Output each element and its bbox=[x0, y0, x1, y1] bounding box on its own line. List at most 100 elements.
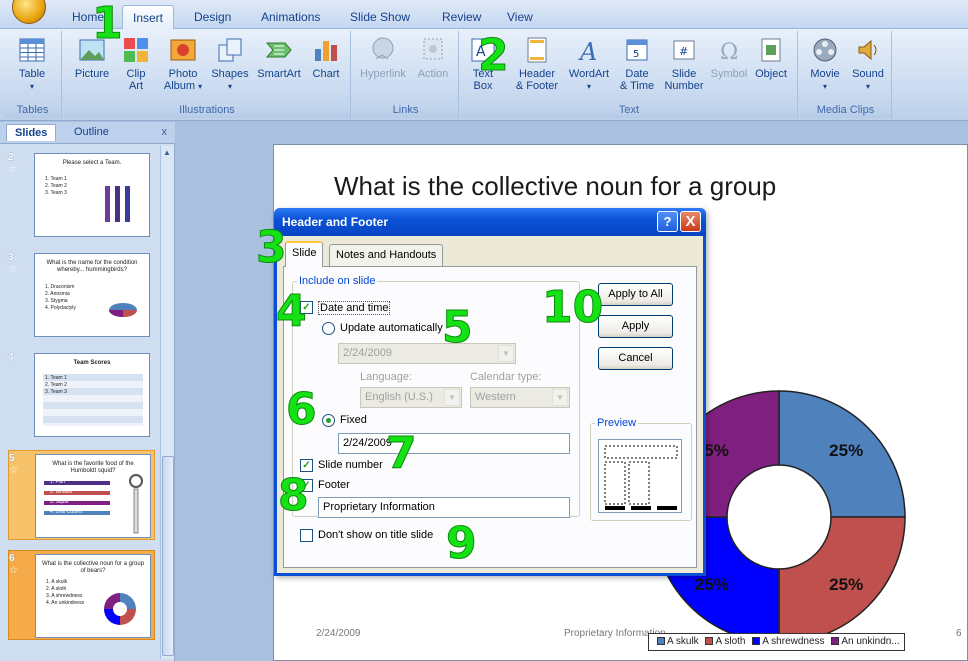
step-marker-8: 8 bbox=[278, 470, 310, 521]
symbol-button[interactable]: Ω Symbol bbox=[709, 35, 749, 80]
tab-slides[interactable]: Slides bbox=[6, 124, 57, 141]
thumbnail-image: What is the favorite food of the Humbold… bbox=[35, 454, 151, 538]
film-reel-icon bbox=[813, 38, 837, 62]
shapes-button[interactable]: Shapes ▾ bbox=[210, 35, 250, 93]
calendar-type-select[interactable]: Western ▼ bbox=[470, 387, 570, 408]
speaker-icon bbox=[858, 39, 877, 61]
slide-number: 6 bbox=[9, 553, 15, 564]
data-label: 25% bbox=[829, 441, 863, 460]
fixed-date-input[interactable]: 2/24/2009 bbox=[338, 433, 570, 454]
office-button[interactable] bbox=[12, 0, 46, 24]
data-label: 25% bbox=[695, 575, 729, 594]
action-button[interactable]: Action bbox=[413, 35, 453, 80]
fixed-radio[interactable] bbox=[322, 414, 335, 427]
tab-animations[interactable]: Animations bbox=[261, 10, 320, 24]
bar-chart-icon bbox=[105, 186, 130, 222]
movie-button[interactable]: Movie ▾ bbox=[806, 35, 844, 93]
slide-thumbnail[interactable]: 5 ☆ What is the favorite food of the Hum… bbox=[8, 450, 155, 540]
legend-swatch bbox=[752, 637, 761, 645]
dialog-title[interactable]: Header and Footer bbox=[274, 208, 706, 236]
group-label-illustrations: Illustrations bbox=[64, 103, 350, 118]
tab-insert[interactable]: Insert bbox=[122, 5, 175, 30]
step-marker-1: 1 bbox=[92, 0, 124, 49]
slide-footer-number: 6 bbox=[956, 628, 962, 639]
auto-date-select[interactable]: 2/24/2009 ▼ bbox=[338, 343, 516, 364]
slide-thumbnail-current[interactable]: 6 ☆ What is the collective noun for a gr… bbox=[8, 550, 155, 640]
pie-chart-icon bbox=[109, 303, 137, 317]
hyperlink-button[interactable]: Hyperlink bbox=[357, 35, 409, 80]
footer-text-input[interactable]: Proprietary Information bbox=[318, 497, 570, 518]
tab-slide-show[interactable]: Slide Show bbox=[350, 10, 410, 24]
close-button[interactable]: X bbox=[680, 211, 701, 232]
slides-pane: Slides Outline x 2 ☆ Please select a Tea… bbox=[0, 122, 175, 661]
step-marker-9: 9 bbox=[446, 518, 478, 569]
thumbnail-scrollbar[interactable]: ▲ bbox=[160, 146, 174, 659]
wordart-button[interactable]: A WordArt ▾ bbox=[565, 35, 613, 93]
photo-album-icon bbox=[170, 39, 196, 61]
slide-number-button[interactable]: # Slide Number bbox=[661, 35, 707, 92]
step-marker-3: 3 bbox=[256, 222, 288, 273]
slide-thumbnail[interactable]: 4 Team Scores 1. Team 1 2. Team 2 3. Tea… bbox=[8, 350, 155, 440]
tab-outline[interactable]: Outline bbox=[74, 126, 109, 138]
footer-label: Footer bbox=[318, 479, 350, 491]
legend-item: A shrewdness bbox=[762, 636, 825, 647]
apply-to-all-button[interactable]: Apply to All bbox=[598, 283, 673, 306]
step-marker-5: 5 bbox=[442, 302, 474, 353]
thumbnail-image: What is the name for the condition where… bbox=[34, 253, 150, 337]
date-time-button[interactable]: 5 Date & Time bbox=[617, 35, 657, 92]
animation-star-icon: ☆ bbox=[8, 264, 17, 275]
table-button[interactable]: Table ▾ bbox=[10, 35, 54, 93]
chart-button[interactable]: Chart bbox=[308, 35, 344, 80]
slide-number: 2 bbox=[8, 152, 14, 163]
svg-text:5: 5 bbox=[633, 49, 639, 60]
close-icon[interactable]: x bbox=[162, 126, 168, 138]
tab-review[interactable]: Review bbox=[442, 10, 481, 24]
step-marker-10: 10 bbox=[541, 282, 604, 333]
object-button[interactable]: Object bbox=[751, 35, 791, 80]
slide-footer-date: 2/24/2009 bbox=[316, 628, 361, 639]
cancel-button[interactable]: Cancel bbox=[598, 347, 673, 370]
donut-chart-icon bbox=[104, 593, 136, 625]
chevron-down-icon: ▼ bbox=[498, 345, 514, 362]
legend-item: A sloth bbox=[715, 636, 746, 647]
legend-item: A skulk bbox=[667, 636, 699, 647]
tab-notes-and-handouts[interactable]: Notes and Handouts bbox=[329, 244, 444, 266]
group-links: Hyperlink Action Links bbox=[353, 31, 459, 119]
tab-design[interactable]: Design bbox=[194, 10, 231, 24]
clip-art-icon bbox=[124, 38, 148, 62]
preview-image bbox=[598, 439, 682, 513]
update-automatically-radio[interactable] bbox=[322, 322, 335, 335]
group-label-tables: Tables bbox=[4, 103, 61, 118]
tab-view[interactable]: View bbox=[507, 10, 533, 24]
legend-swatch bbox=[657, 637, 665, 645]
slide-thumbnail[interactable]: 2 ☆ Please select a Team. 1. Team 1 2. T… bbox=[8, 150, 155, 240]
svg-text:#: # bbox=[679, 45, 688, 58]
scrollbar-thumb[interactable] bbox=[162, 456, 174, 656]
svg-text:A: A bbox=[578, 38, 597, 65]
clip-art-button[interactable]: Clip Art bbox=[120, 35, 152, 92]
dropdown-arrow-icon: ▾ bbox=[822, 82, 827, 91]
preview-layout-icon bbox=[604, 445, 678, 510]
photo-album-button[interactable]: Photo Album ▾ bbox=[162, 35, 204, 93]
smartart-button[interactable]: SmartArt bbox=[254, 35, 304, 80]
sound-button[interactable]: Sound ▾ bbox=[848, 35, 888, 93]
shapes-icon bbox=[218, 38, 242, 62]
thumbnail-image: Team Scores 1. Team 1 2. Team 2 3. Team … bbox=[34, 353, 150, 437]
header-footer-button[interactable]: Header & Footer bbox=[513, 35, 561, 92]
apply-button[interactable]: Apply bbox=[598, 315, 673, 338]
step-marker-7: 7 bbox=[386, 428, 418, 479]
legend-item: An unkindn... bbox=[841, 636, 900, 647]
calendar-icon: 5 bbox=[626, 39, 648, 61]
dropdown-arrow-icon: ▾ bbox=[227, 82, 232, 91]
dont-show-title-checkbox[interactable] bbox=[300, 529, 313, 542]
date-time-label: Date and time bbox=[318, 301, 391, 315]
slide-number-label: Slide number bbox=[318, 459, 383, 471]
slide-thumbnail[interactable]: 3 ☆ What is the name for the condition w… bbox=[8, 250, 155, 340]
scroll-up-icon[interactable]: ▲ bbox=[163, 148, 171, 157]
tab-panel: Include on slide ✓ Date and time Update … bbox=[283, 266, 697, 568]
smartart-icon bbox=[265, 42, 292, 58]
group-label-text: Text bbox=[461, 103, 797, 118]
tab-slide[interactable]: Slide bbox=[285, 241, 324, 267]
language-select[interactable]: English (U.S.) ▼ bbox=[360, 387, 462, 408]
help-button[interactable]: ? bbox=[657, 211, 678, 232]
